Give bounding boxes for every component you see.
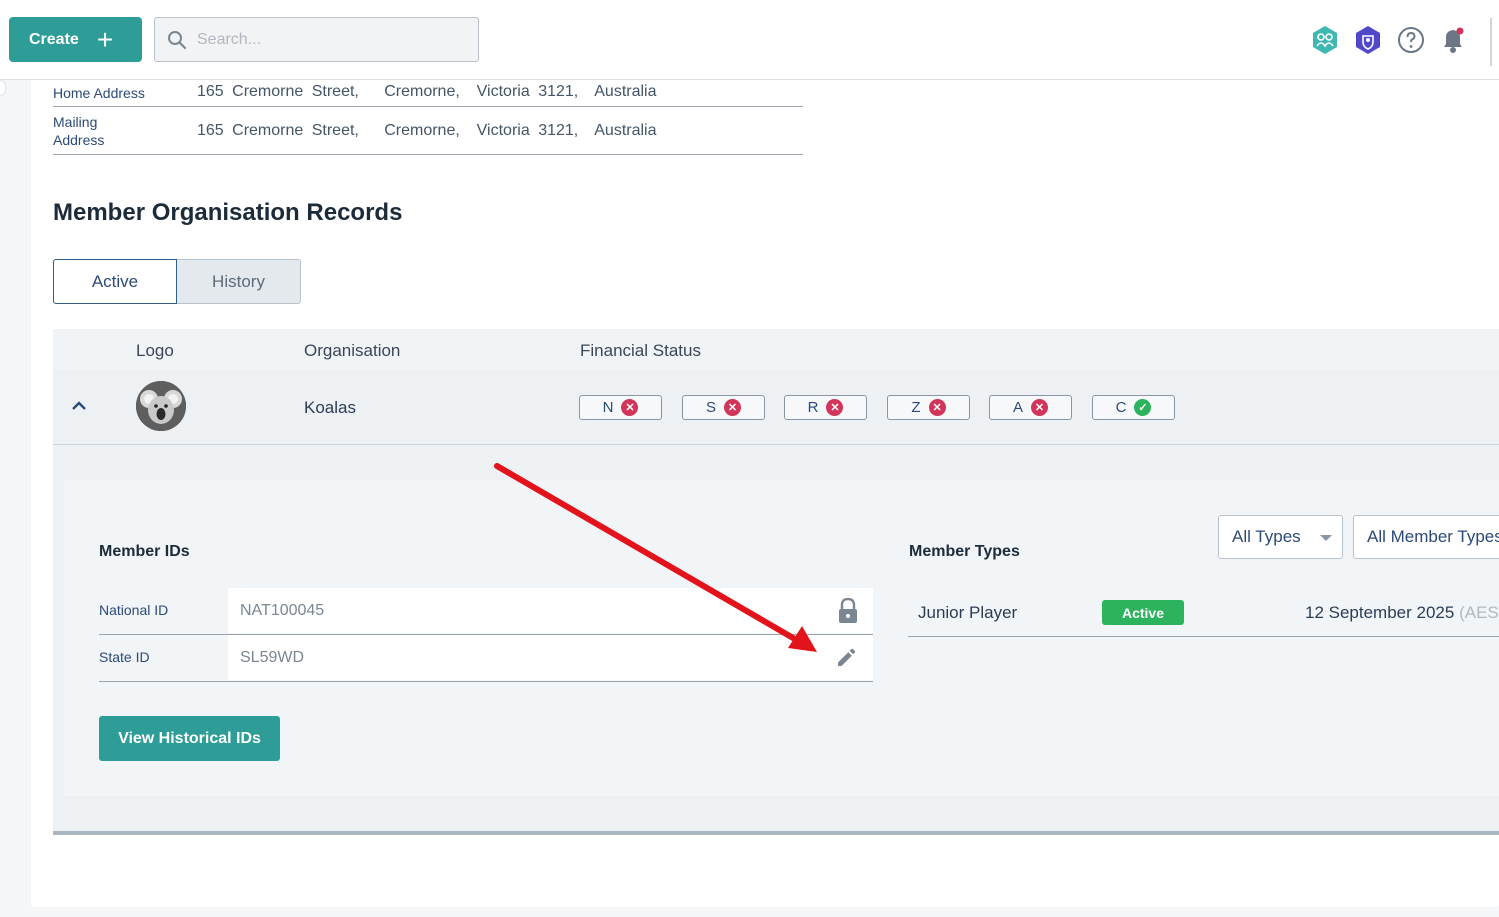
plus-icon: + [96, 23, 114, 55]
status-pill-r: R ✕ [784, 395, 867, 420]
close-circle-icon: ✕ [1031, 399, 1048, 416]
pencil-edit-icon[interactable] [835, 645, 859, 674]
national-id-field: NAT100045 [228, 588, 873, 633]
member-type-name: Junior Player [918, 603, 1018, 622]
lock-icon [837, 597, 859, 629]
organisation-logo [136, 381, 186, 431]
close-circle-icon: ✕ [826, 399, 844, 416]
state-id-row: State ID SL59WD [99, 635, 873, 682]
create-button-label: Create [29, 30, 79, 48]
national-id-row: National ID NAT100045 [99, 588, 873, 635]
top-bar: Create + [0, 0, 1499, 80]
type-filter-value: All Types [1232, 527, 1301, 546]
search-input[interactable] [197, 30, 457, 49]
status-pill-s: S ✕ [682, 395, 765, 420]
caret-down-icon [1320, 535, 1332, 541]
records-tabs: Active History [53, 259, 301, 304]
member-ids-title: Member IDs [99, 543, 190, 560]
status-badge: Active [1102, 600, 1184, 625]
members-hex-icon[interactable] [1310, 25, 1340, 55]
address-row-mailing: Mailing Address 165 Cremorne Street, Cre… [53, 107, 803, 155]
column-header-organisation: Organisation [304, 341, 401, 360]
member-type-filter-select[interactable]: All Member Types [1353, 515, 1499, 559]
state-id-label: State ID [99, 649, 150, 665]
close-circle-icon: ✕ [621, 399, 639, 416]
search-box[interactable] [154, 17, 479, 62]
status-pill-a: A ✕ [989, 395, 1072, 420]
view-historical-ids-button[interactable]: View Historical IDs [99, 716, 280, 761]
member-type-date: 12 September 2025 (AEST [1305, 603, 1499, 622]
toolbar-divider [1490, 18, 1492, 66]
status-pill-c: C ✓ [1092, 395, 1175, 420]
shield-hex-icon[interactable] [1353, 25, 1383, 55]
type-filter-select[interactable]: All Types [1218, 515, 1343, 559]
search-icon [168, 30, 187, 49]
address-value: 165 Cremorne Street, Cremorne, Victoria … [197, 121, 657, 139]
status-pill-z: Z ✕ [887, 395, 970, 420]
member-types-title: Member Types [909, 543, 1020, 560]
help-icon[interactable] [1396, 25, 1426, 55]
check-circle-icon: ✓ [1134, 399, 1152, 416]
status-pill-n: N ✕ [579, 395, 662, 420]
chevron-up-icon[interactable] [69, 396, 89, 421]
column-header-logo: Logo [136, 341, 174, 360]
tab-active[interactable]: Active [53, 259, 177, 304]
notification-bell-icon[interactable] [1438, 25, 1468, 55]
address-label: Mailing Address [53, 113, 105, 148]
close-circle-icon: ✕ [928, 399, 946, 416]
organisation-name: Koalas [304, 398, 356, 417]
table-row[interactable]: Koalas N ✕ S ✕ R ✕ Z ✕ A ✕ C ✓ [53, 370, 1499, 445]
tab-history[interactable]: History [177, 259, 301, 304]
member-type-filter-value: All Member Types [1367, 527, 1499, 546]
section-title: Member Organisation Records [53, 199, 403, 226]
member-type-row: Junior Player Active 12 September 2025 (… [908, 590, 1499, 637]
national-id-label: National ID [99, 602, 169, 618]
sidebar-collapse-handle[interactable] [0, 80, 6, 96]
create-button[interactable]: Create + [9, 17, 142, 62]
column-header-financial-status: Financial Status [580, 341, 701, 360]
state-id-field[interactable]: SL59WD [228, 635, 873, 680]
close-circle-icon: ✕ [724, 399, 741, 416]
table-header: Logo Organisation Financial Status [53, 329, 1499, 370]
